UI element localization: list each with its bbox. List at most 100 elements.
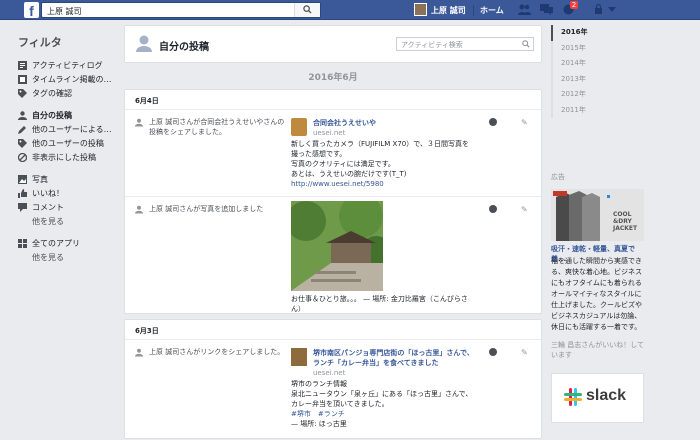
audience-globe-icon[interactable] bbox=[489, 205, 497, 213]
ads-heading: 広告 bbox=[551, 173, 565, 181]
shared-page-name[interactable]: 合同会社うえせいや bbox=[313, 118, 376, 128]
edit-pencil-icon[interactable]: ✎ bbox=[521, 205, 528, 214]
post-text-line: 泉北ニュータウン「泉ヶ丘」にある「ほっ古里」さんで、 bbox=[291, 390, 473, 398]
ad-image-slack[interactable]: slack bbox=[551, 373, 644, 423]
sidebar-item-tag-review[interactable]: タグの確認 bbox=[18, 86, 126, 100]
month-heading: 2016年6月 bbox=[308, 73, 358, 83]
ad-social-context: 三輪 昌志さんがいいね！しています bbox=[551, 341, 645, 359]
account-menu-chevron-down-icon[interactable] bbox=[608, 7, 616, 12]
activity-description[interactable]: 上原 誠司さんが写真を追加しました bbox=[149, 204, 289, 214]
post-link[interactable]: http://www.uesei.net/5980 bbox=[291, 179, 384, 189]
activity-description[interactable]: 上原 誠司さんがリンクをシェアしました。 bbox=[149, 347, 289, 357]
sidebar-item-label: 他のユーザーによる… bbox=[32, 124, 112, 134]
activity-search-input[interactable]: アクティビティ検索 bbox=[396, 37, 534, 51]
audience-globe-icon[interactable] bbox=[489, 348, 497, 356]
edit-pencil-icon[interactable]: ✎ bbox=[521, 348, 528, 357]
sidebar-item-label: コメント bbox=[32, 202, 64, 212]
year-item[interactable]: 2015年 bbox=[551, 40, 646, 56]
year-item[interactable]: 2014年 bbox=[551, 56, 646, 72]
privacy-shortcuts-icon[interactable] bbox=[594, 4, 603, 14]
activity-search-placeholder: アクティビティ検索 bbox=[401, 41, 463, 49]
home-link[interactable]: ホーム bbox=[473, 5, 504, 16]
slack-logo-icon bbox=[564, 388, 582, 406]
friend-requests-icon[interactable] bbox=[518, 4, 531, 15]
sidebar-item-others-edits[interactable]: 他のユーザーによる… bbox=[18, 122, 126, 136]
year-item-selected[interactable]: 2016年 bbox=[551, 25, 646, 41]
notification-badge: 2 bbox=[570, 1, 578, 9]
post-text-line: 写真のクオリティには満足です。 bbox=[291, 160, 395, 168]
shared-link-title[interactable]: 堺市南区パンジョ専門店街の「ほっ古里」さんで、 bbox=[313, 348, 474, 358]
search-icon bbox=[522, 40, 530, 48]
sidebar-more-link[interactable]: 他を見る bbox=[18, 250, 126, 264]
messages-icon[interactable] bbox=[540, 4, 553, 15]
pencil-icon bbox=[18, 125, 26, 134]
post-text-line: 撮った感想です。 bbox=[291, 150, 347, 158]
thumbs-up-icon bbox=[18, 188, 27, 198]
person-icon bbox=[18, 110, 27, 120]
sidebar-more-link[interactable]: 他を見る bbox=[18, 214, 126, 228]
date-header: 6月4日 bbox=[125, 90, 541, 110]
tag-icon bbox=[18, 88, 27, 98]
sidebar-item-label: タグの確認 bbox=[32, 88, 72, 98]
profile-name-link[interactable]: 上原 誠司 bbox=[431, 5, 466, 16]
top-navigation-bar: f 上原 誠司 上原 誠司 ホーム 2 bbox=[0, 0, 700, 20]
apps-icon bbox=[18, 238, 27, 248]
sidebar-item-timeline-review[interactable]: タイムライン掲載の… bbox=[18, 72, 126, 86]
year-item[interactable]: 2011年 bbox=[551, 102, 646, 118]
post-text-line: 堺市のランチ情報 bbox=[291, 380, 347, 388]
avatar[interactable] bbox=[414, 3, 427, 16]
activity-card: 6月4日 上原 誠司さんが合同会社うえせいやさんの投稿をシェアしました。 合同会… bbox=[124, 89, 542, 314]
sidebar-item-activity-log[interactable]: アクティビティログ bbox=[18, 58, 126, 72]
sidebar-item-others-posts[interactable]: 他のユーザーの投稿 bbox=[18, 136, 126, 150]
hidden-icon bbox=[18, 152, 27, 162]
sidebar-item-likes[interactable]: いいね！ bbox=[18, 186, 126, 200]
timeline-icon bbox=[18, 74, 27, 84]
year-item[interactable]: 2013年 bbox=[551, 71, 646, 87]
hashtags[interactable]: #堺市 #ランチ bbox=[291, 409, 345, 419]
search-button[interactable] bbox=[294, 3, 320, 17]
activity-row: 上原 誠司さんが合同会社うえせいやさんの投稿をシェアしました。 合同会社うえせい… bbox=[125, 110, 541, 197]
activity-card: 6月3日 上原 誠司さんがリンクをシェアしました。 堺市南区パンジョ専門店街の「… bbox=[124, 319, 542, 439]
sidebar-item-photos[interactable]: 写真 bbox=[18, 172, 126, 186]
ad-image-text: &DRY bbox=[613, 218, 632, 225]
activity-row: 上原 誠司さんが写真を追加しました お仕事＆ひとり旅。。。 — 場所: 金刀比羅… bbox=[125, 197, 541, 315]
sidebar-item-comments[interactable]: コメント bbox=[18, 200, 126, 214]
sidebar-item-label: いいね！ bbox=[32, 188, 64, 198]
sidebar-item-label: 非表示にした投稿 bbox=[32, 152, 96, 162]
slack-wordmark: slack bbox=[586, 387, 627, 404]
ad-image-text: COOL bbox=[613, 211, 632, 218]
sidebar-item-hidden-posts[interactable]: 非表示にした投稿 bbox=[18, 150, 126, 164]
activity-log-icon bbox=[18, 60, 27, 70]
filter-sidebar: フィルタ アクティビティログ タイムライン掲載の… タグの確認 自分の投稿 他の… bbox=[18, 34, 126, 264]
profile-silhouette-icon bbox=[136, 35, 152, 52]
page-avatar[interactable] bbox=[291, 118, 307, 136]
audience-globe-icon[interactable] bbox=[489, 118, 497, 126]
shared-photo[interactable] bbox=[291, 201, 383, 291]
sidebar-item-label: 全てのアプリ bbox=[32, 238, 80, 248]
sidebar-item-your-posts[interactable]: 自分の投稿 bbox=[18, 108, 126, 122]
activity-row: 上原 誠司さんがリンクをシェアしました。 堺市南区パンジョ専門店街の「ほっ古里」… bbox=[125, 340, 541, 440]
sidebar-item-label: 他を見る bbox=[32, 252, 64, 262]
location-line: — 場所: ほっ古里 bbox=[291, 420, 347, 428]
year-item[interactable]: 2012年 bbox=[551, 87, 646, 103]
person-icon bbox=[135, 118, 143, 127]
filter-title: フィルタ bbox=[18, 36, 62, 49]
photo-caption: お仕事＆ひとり旅。。。 — 場所: 金刀比羅宮（こんぴらさ bbox=[291, 295, 468, 303]
edit-pencil-icon[interactable]: ✎ bbox=[521, 118, 528, 127]
sidebar-item-label: 他のユーザーの投稿 bbox=[32, 138, 104, 148]
link-thumbnail[interactable] bbox=[291, 348, 307, 366]
date-header: 6月3日 bbox=[125, 320, 541, 340]
search-icon bbox=[303, 5, 312, 14]
shared-link-domain: uesei.net bbox=[313, 369, 346, 377]
sidebar-item-label: アクティビティログ bbox=[32, 60, 103, 70]
search-box[interactable]: 上原 誠司 bbox=[41, 2, 321, 18]
facebook-logo[interactable]: f bbox=[24, 2, 39, 18]
sidebar-item-label: タイムライン掲載の… bbox=[32, 74, 112, 84]
sidebar-item-all-apps[interactable]: 全てのアプリ bbox=[18, 236, 126, 250]
search-input[interactable]: 上原 誠司 bbox=[47, 6, 82, 17]
activity-description[interactable]: 上原 誠司さんが合同会社うえせいやさんの投稿をシェアしました。 bbox=[149, 117, 289, 137]
shared-link-title[interactable]: ランチ「カレー弁当」を食べてきました bbox=[313, 358, 439, 368]
sidebar-item-label: 写真 bbox=[32, 174, 48, 184]
shared-page-domain: uesei.net bbox=[313, 129, 346, 137]
ad-image[interactable]: COOL &DRY JACKET bbox=[551, 189, 644, 241]
